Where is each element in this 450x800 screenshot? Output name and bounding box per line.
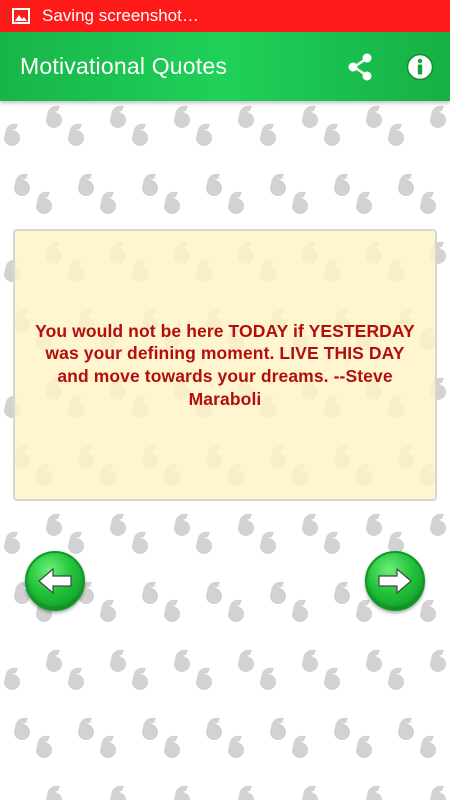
status-text: Saving screenshot… xyxy=(42,6,199,25)
quote-mark-icon xyxy=(4,667,20,690)
next-quote-button[interactable] xyxy=(365,551,425,611)
previous-quote-button[interactable] xyxy=(25,551,85,611)
quote-mark-icon xyxy=(430,105,446,128)
quote-mark-icon xyxy=(398,173,436,214)
quote-mark-icon xyxy=(238,785,254,800)
quote-mark-icon xyxy=(430,649,446,672)
quote-mark-icon xyxy=(334,717,372,758)
quote-mark-icon xyxy=(174,649,212,690)
quote-mark-icon xyxy=(4,123,20,146)
quote-mark-icon xyxy=(270,581,308,622)
quote-mark-icon xyxy=(46,513,84,554)
quote-mark-icon xyxy=(238,649,276,690)
quote-mark-icon xyxy=(398,717,436,758)
quote-mark-icon xyxy=(270,717,308,758)
quote-mark-icon xyxy=(14,173,52,214)
quote-mark-icon xyxy=(78,173,116,214)
quote-mark-icon xyxy=(206,173,244,214)
quote-mark-icon xyxy=(238,105,276,146)
quote-mark-icon xyxy=(4,531,20,554)
quote-mark-icon xyxy=(174,513,212,554)
quote-mark-icon xyxy=(110,785,126,800)
quote-mark-icon xyxy=(366,649,404,690)
quote-mark-icon xyxy=(270,173,308,214)
info-icon xyxy=(406,53,434,80)
quote-mark-icon xyxy=(430,785,446,800)
quote-mark-icon xyxy=(366,105,404,146)
quote-mark-icon xyxy=(302,105,340,146)
quote-mark-icon xyxy=(302,649,340,690)
quote-mark-icon xyxy=(366,785,382,800)
quote-mark-icon xyxy=(430,513,446,536)
quote-mark-icon xyxy=(78,717,116,758)
quote-mark-icon xyxy=(206,717,244,758)
quote-mark-icon xyxy=(142,581,180,622)
quote-mark-icon xyxy=(46,649,84,690)
quote-mark-icon xyxy=(14,717,52,758)
quote-mark-icon xyxy=(142,173,180,214)
quote-mark-icon xyxy=(46,105,84,146)
quote-mark-icon xyxy=(46,785,62,800)
quote-mark-icon xyxy=(110,105,148,146)
share-icon xyxy=(348,53,372,80)
quote-mark-icon xyxy=(174,105,212,146)
quote-mark-icon xyxy=(302,513,340,554)
quote-mark-icon xyxy=(174,785,190,800)
info-button[interactable] xyxy=(400,47,440,87)
share-button[interactable] xyxy=(340,47,380,87)
quote-mark-icon xyxy=(110,649,148,690)
quote-mark-icon xyxy=(206,581,244,622)
quote-mark-icon xyxy=(110,513,148,554)
quote-mark-icon xyxy=(334,173,372,214)
image-icon xyxy=(12,8,30,24)
app-title: Motivational Quotes xyxy=(20,53,228,79)
quote-card: You would not be here TODAY if YESTERDAY… xyxy=(13,229,437,501)
quote-mark-icon xyxy=(238,513,276,554)
quote-text: You would not be here TODAY if YESTERDAY… xyxy=(35,320,415,409)
quote-mark-icon xyxy=(0,786,20,800)
quote-mark-icon xyxy=(366,513,404,554)
status-bar: Saving screenshot… xyxy=(0,0,450,32)
quote-mark-icon xyxy=(142,717,180,758)
arrow-left-icon xyxy=(38,567,72,595)
arrow-right-icon xyxy=(378,567,412,595)
quote-mark-icon xyxy=(302,785,318,800)
app-bar: Motivational Quotes xyxy=(0,32,450,101)
